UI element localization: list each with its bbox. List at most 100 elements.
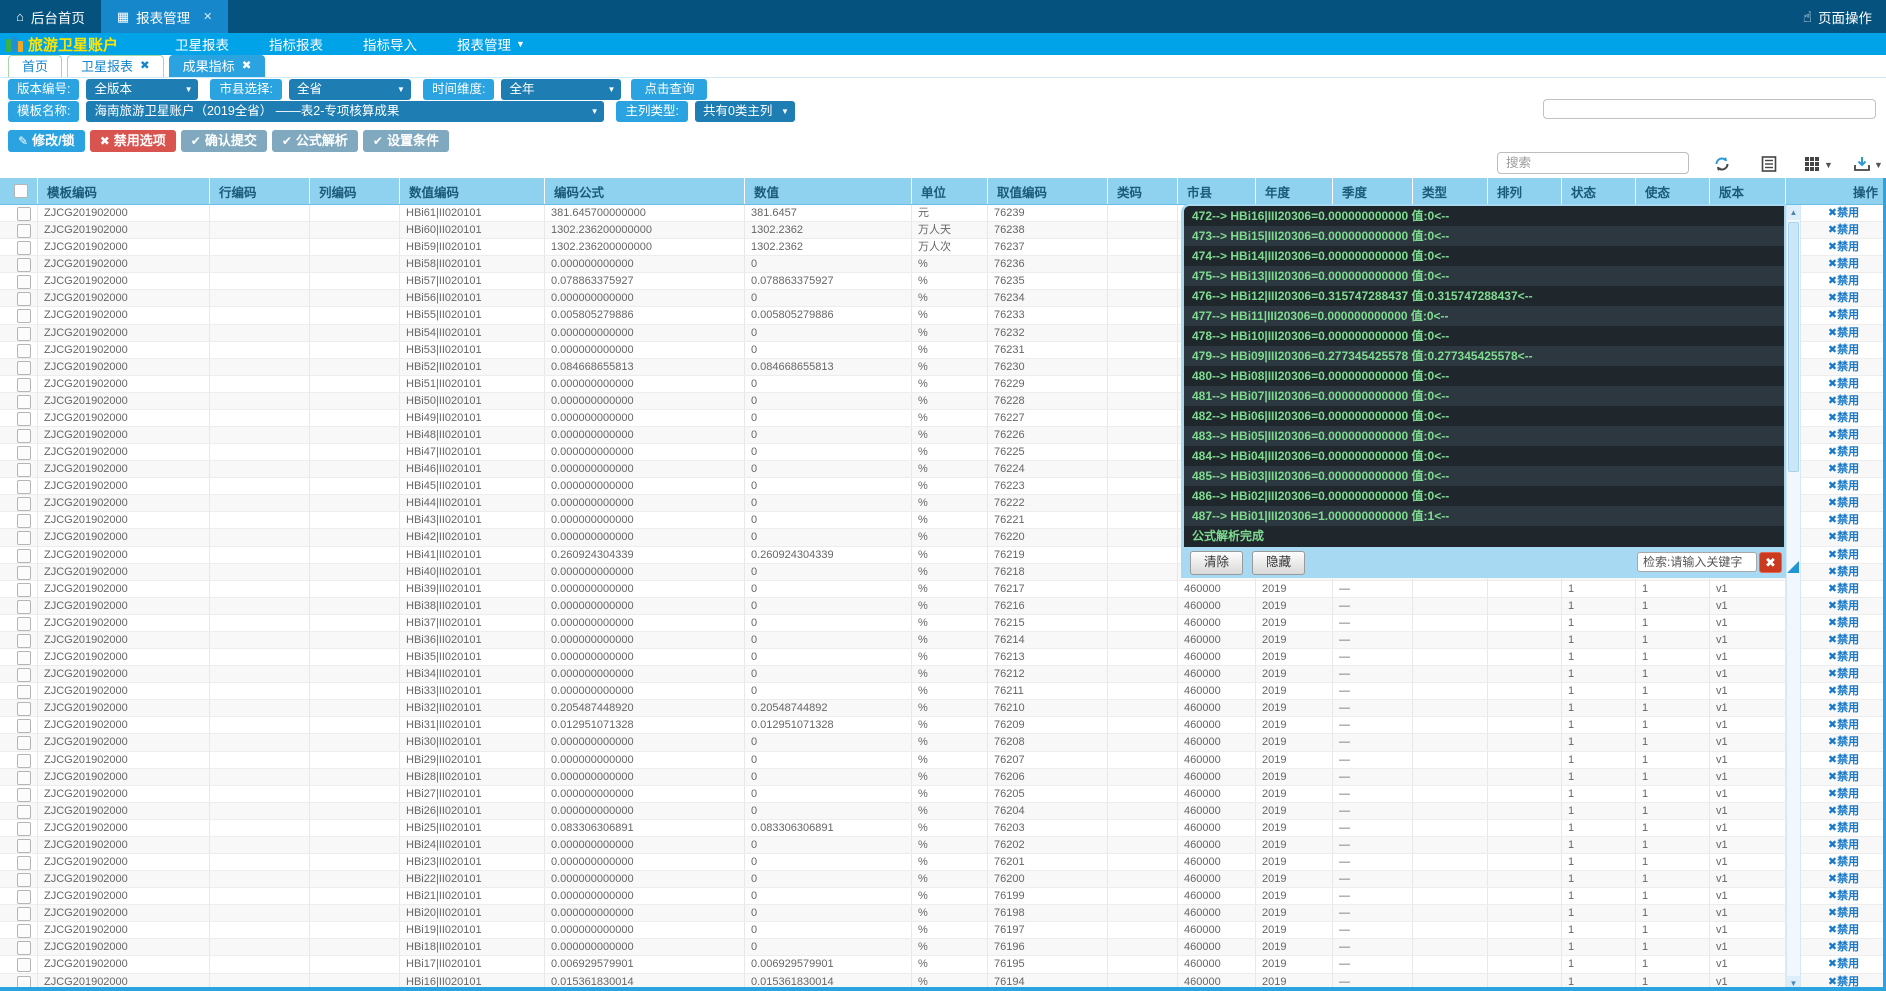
menu-item-report-mgmt[interactable]: 报表管理▼ — [457, 34, 525, 54]
row-checkbox[interactable] — [17, 668, 31, 682]
modify-lock-button[interactable]: ✎修改/锁 — [8, 130, 85, 152]
page-tab-result-indicators[interactable]: 成果指标 ✖ — [169, 55, 266, 77]
export-icon[interactable] — [1853, 155, 1871, 173]
row-checkbox[interactable] — [17, 583, 31, 597]
disable-action-link[interactable]: ✖禁用 — [1828, 956, 1859, 972]
disable-action-link[interactable]: ✖禁用 — [1828, 922, 1859, 938]
row-checkbox[interactable] — [17, 549, 31, 563]
query-button[interactable]: 点击查询 — [631, 79, 707, 100]
row-checkbox[interactable] — [17, 907, 31, 921]
row-checkbox[interactable] — [17, 395, 31, 409]
disable-action-link[interactable]: ✖禁用 — [1828, 444, 1859, 460]
row-checkbox[interactable] — [17, 309, 31, 323]
row-checkbox[interactable] — [17, 702, 31, 716]
row-checkbox[interactable] — [17, 378, 31, 392]
refresh-icon[interactable] — [1713, 155, 1731, 173]
col-header-code-formula[interactable]: 编码公式 — [545, 178, 745, 204]
row-checkbox[interactable] — [17, 292, 31, 306]
disable-action-link[interactable]: ✖禁用 — [1828, 461, 1859, 477]
row-checkbox[interactable] — [17, 531, 31, 545]
col-header-col-code[interactable]: 列编码 — [310, 178, 400, 204]
row-checkbox[interactable] — [17, 412, 31, 426]
row-checkbox[interactable] — [17, 207, 31, 221]
row-checkbox[interactable] — [17, 736, 31, 750]
row-checkbox[interactable] — [17, 241, 31, 255]
table-vertical-scrollbar[interactable]: ▲ ▼ — [1786, 205, 1801, 991]
close-icon[interactable]: ✖ — [140, 56, 150, 77]
window-tab-home[interactable]: ⌂ 后台首页 — [0, 0, 101, 33]
row-checkbox[interactable] — [17, 275, 31, 289]
row-checkbox[interactable] — [17, 771, 31, 785]
row-checkbox[interactable] — [17, 805, 31, 819]
page-tab-satellite-report[interactable]: 卫星报表 ✖ — [67, 55, 164, 77]
list-view-icon[interactable] — [1760, 155, 1778, 173]
col-header-quarter[interactable]: 季度 — [1333, 178, 1413, 204]
menu-item-indicator-import[interactable]: 指标导入 — [363, 34, 417, 54]
col-header-status[interactable]: 状态 — [1562, 178, 1636, 204]
city-select[interactable]: 全省▼ — [289, 79, 411, 100]
row-checkbox[interactable] — [17, 480, 31, 494]
disable-action-link[interactable]: ✖禁用 — [1828, 871, 1859, 887]
col-header-order[interactable]: 排列 — [1488, 178, 1562, 204]
disable-action-link[interactable]: ✖禁用 — [1828, 939, 1859, 955]
disable-action-link[interactable]: ✖禁用 — [1828, 512, 1859, 528]
disable-action-link[interactable]: ✖禁用 — [1828, 717, 1859, 733]
row-checkbox[interactable] — [17, 617, 31, 631]
row-checkbox[interactable] — [17, 634, 31, 648]
col-header-unit[interactable]: 单位 — [912, 178, 988, 204]
disable-action-link[interactable]: ✖禁用 — [1828, 752, 1859, 768]
disable-action-link[interactable]: ✖禁用 — [1828, 803, 1859, 819]
row-checkbox[interactable] — [17, 924, 31, 938]
confirm-submit-button[interactable]: ✔确认提交 — [181, 130, 267, 152]
window-tab-report-mgmt[interactable]: ▦ 报表管理 ✕ — [101, 0, 229, 33]
disable-action-link[interactable]: ✖禁用 — [1828, 547, 1859, 563]
col-header-type[interactable]: 类型 — [1413, 178, 1488, 204]
disable-action-link[interactable]: ✖禁用 — [1828, 359, 1859, 375]
col-header-value[interactable]: 数值 — [745, 178, 912, 204]
chevron-down-icon[interactable]: ▼ — [1874, 160, 1883, 170]
disable-action-link[interactable]: ✖禁用 — [1828, 700, 1859, 716]
row-checkbox[interactable] — [17, 788, 31, 802]
resize-handle[interactable] — [1787, 561, 1799, 573]
row-checkbox[interactable] — [17, 429, 31, 443]
close-icon[interactable]: ✕ — [203, 10, 212, 23]
disable-action-link[interactable]: ✖禁用 — [1828, 239, 1859, 255]
console-search-input[interactable] — [1637, 552, 1757, 572]
search-input[interactable] — [1497, 152, 1689, 174]
row-checkbox[interactable] — [17, 224, 31, 238]
row-checkbox[interactable] — [17, 839, 31, 853]
disable-action-link[interactable]: ✖禁用 — [1828, 683, 1859, 699]
row-checkbox[interactable] — [17, 600, 31, 614]
disable-action-link[interactable]: ✖禁用 — [1828, 564, 1859, 580]
menu-item-indicator-report[interactable]: 指标报表 — [269, 34, 323, 54]
formula-parse-button[interactable]: ✔公式解析 — [272, 130, 358, 152]
row-checkbox[interactable] — [17, 327, 31, 341]
disable-options-button[interactable]: ✖禁用选项 — [90, 130, 176, 152]
disable-action-link[interactable]: ✖禁用 — [1828, 632, 1859, 648]
col-header-use-state[interactable]: 使态 — [1636, 178, 1710, 204]
version-select[interactable]: 全版本▼ — [86, 79, 198, 100]
col-header-template-code[interactable]: 模板编码 — [38, 178, 210, 204]
row-checkbox[interactable] — [17, 258, 31, 272]
row-checkbox[interactable] — [17, 873, 31, 887]
disable-action-link[interactable]: ✖禁用 — [1828, 734, 1859, 750]
row-checkbox[interactable] — [17, 446, 31, 460]
time-select[interactable]: 全年▼ — [501, 79, 621, 100]
col-header-action[interactable]: 操作 — [1801, 178, 1886, 204]
row-checkbox[interactable] — [17, 754, 31, 768]
disable-action-link[interactable]: ✖禁用 — [1828, 307, 1859, 323]
col-header-version[interactable]: 版本 — [1710, 178, 1786, 204]
row-checkbox[interactable] — [17, 344, 31, 358]
clear-button[interactable]: 清除 — [1190, 551, 1243, 575]
disable-action-link[interactable]: ✖禁用 — [1828, 427, 1859, 443]
row-checkbox[interactable] — [17, 719, 31, 733]
disable-action-link[interactable]: ✖禁用 — [1828, 205, 1859, 221]
row-checkbox[interactable] — [17, 822, 31, 836]
col-header-year[interactable]: 年度 — [1256, 178, 1333, 204]
row-checkbox[interactable] — [17, 566, 31, 580]
disable-action-link[interactable]: ✖禁用 — [1828, 786, 1859, 802]
disable-action-link[interactable]: ✖禁用 — [1828, 820, 1859, 836]
scrollbar-thumb[interactable] — [1788, 222, 1799, 472]
col-header-fetch-code[interactable]: 取值编码 — [988, 178, 1108, 204]
disable-action-link[interactable]: ✖禁用 — [1828, 649, 1859, 665]
